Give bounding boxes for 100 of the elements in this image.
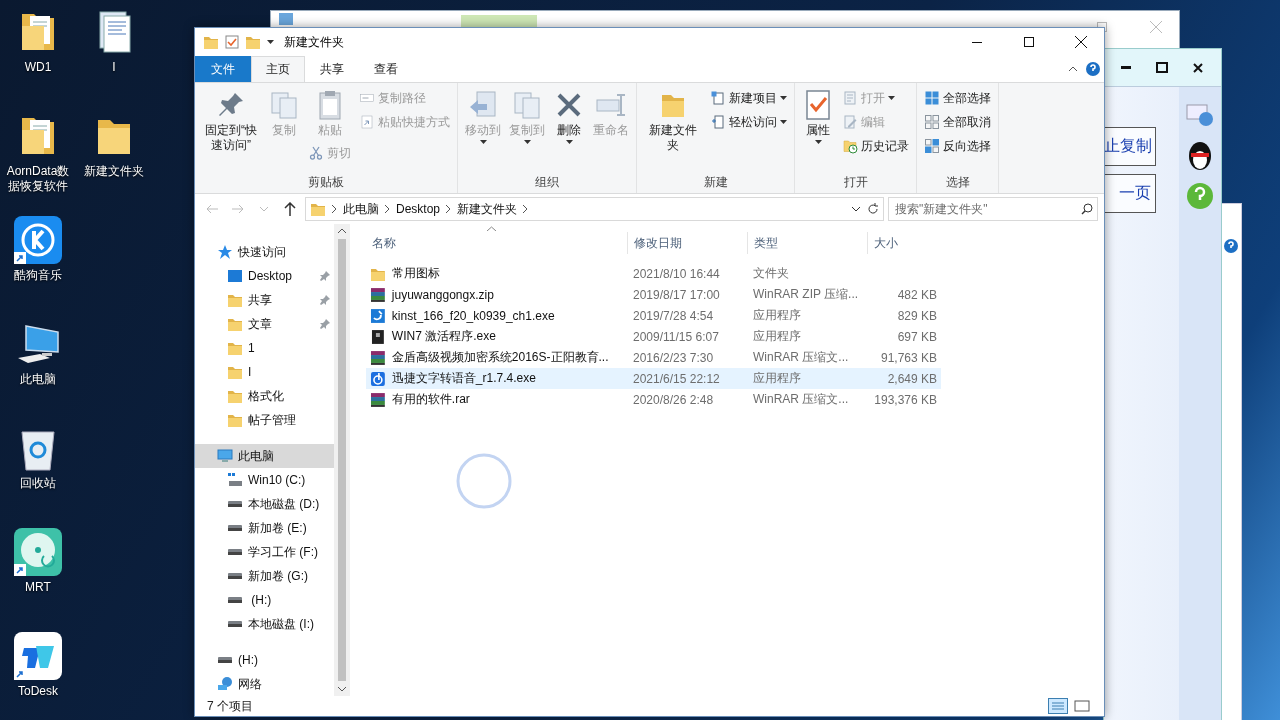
drive-icon [228, 573, 242, 579]
nav-item[interactable]: 帖子管理 [195, 408, 334, 432]
copy-icon [511, 89, 543, 121]
size-cell-text: 91,763 KB [879, 350, 938, 365]
loading-spinner-icon [455, 452, 513, 510]
date-cell-text: 2016/2/23 7:30 [632, 350, 715, 365]
disk-app-icon [14, 528, 62, 576]
column-header[interactable]: 修改日期 [627, 232, 747, 254]
column-header[interactable]: 大小 [867, 232, 941, 254]
ribbon-tab[interactable]: 文件 [195, 56, 251, 82]
column-header[interactable]: 类型 [747, 232, 867, 254]
ribbon-button[interactable]: 新建文件夹 [641, 87, 705, 155]
ribbon-button[interactable]: 全部取消 [921, 111, 994, 133]
nav-item[interactable]: (H:) [195, 588, 334, 612]
shortcut-arrow-icon [14, 252, 26, 264]
size-cell-text: 829 KB [896, 308, 938, 323]
ribbon-button[interactable]: 删除 [550, 87, 588, 146]
breadcrumb-item[interactable]: 新建文件夹 [457, 200, 518, 218]
minimize-icon [1121, 66, 1131, 69]
caret-icon [479, 140, 487, 144]
ribbon-button[interactable]: 轻松访问 [707, 111, 790, 133]
nav-item[interactable]: 此电脑 [195, 444, 334, 468]
drive-icon [218, 657, 232, 663]
nav-item[interactable]: 文章 [195, 312, 334, 336]
file-row[interactable]: 有用的软件.rar 2020/8/26 2:48 WinRAR 压缩文... 193,376 KB [366, 389, 941, 410]
nav-item[interactable]: Desktop [195, 264, 334, 288]
desktop-icon [227, 268, 243, 284]
size-cell-text: 2,649 KB [886, 371, 938, 386]
nav-item[interactable]: 1 [195, 336, 334, 360]
ribbon-button[interactable]: 全部选择 [921, 87, 994, 109]
file-row[interactable]: kinst_166_f20_k0939_ch1.exe 2019/7/28 4:54 应用程序 829 KB [366, 305, 941, 326]
date-cell-text: 2021/8/10 16:44 [632, 266, 721, 281]
date-cell-text: 2020/8/26 2:48 [632, 392, 715, 407]
file-row[interactable]: WIN7 激活程序.exe 2009/11/15 6:07 应用程序 697 KB [366, 326, 941, 347]
ribbon-group-label: 组织 [534, 174, 560, 191]
nav-item[interactable]: I [195, 360, 334, 384]
pin-icon [320, 295, 330, 305]
desktop-icon-label[interactable]: AornData数据恢复软件 [1, 164, 75, 194]
breadcrumb-item[interactable]: 此电脑 [343, 200, 379, 218]
desktop-icon-label[interactable]: WD1 [1, 60, 75, 75]
type-cell-text: WinRAR 压缩文... [752, 349, 850, 366]
nav-item[interactable]: Win10 (C:) [195, 468, 334, 492]
file-row[interactable]: juyuwanggongx.zip 2019/8/17 17:00 WinRAR ZIP 压缩... 482 KB [366, 284, 941, 305]
up-arrow-icon [284, 202, 296, 216]
address-bar[interactable]: 此电脑 Desktop 新建文件夹 [305, 197, 884, 221]
desktop-icon-label[interactable]: 酷狗音乐 [1, 268, 75, 283]
nav-item[interactable]: 新加卷 (E:) [195, 516, 334, 540]
ribbon-button[interactable]: 新建项目 [707, 87, 790, 109]
file-row[interactable]: 金盾高级视频加密系统2016S-正阳教育... 2016/2/23 7:30 WinRAR 压缩文... 91,763 KB [366, 347, 941, 368]
nav-item[interactable]: 共享 [195, 288, 334, 312]
details-view-icon [1048, 698, 1068, 714]
archive-icon [370, 286, 386, 303]
nav-item[interactable]: 本地磁盘 (I:) [195, 612, 334, 636]
file-name: 常用图标 [390, 265, 441, 282]
drive-icon [228, 501, 242, 507]
ribbon-button[interactable]: 历史记录 [839, 135, 912, 157]
nav-item[interactable]: 学习工作 (F:) [195, 540, 334, 564]
date-cell-text: 2009/11/15 6:07 [632, 329, 720, 344]
desktop-icon-label[interactable]: I [77, 60, 151, 75]
select-none-icon [924, 114, 940, 130]
file-row[interactable]: 常用图标 2021/8/10 16:44 文件夹 [366, 263, 941, 284]
search-box[interactable]: 搜索"新建文件夹" [888, 197, 1098, 221]
breadcrumb-item[interactable]: Desktop [396, 202, 441, 216]
column-header[interactable]: 名称 [366, 232, 627, 254]
ribbon-group-label: 选择 [944, 174, 971, 191]
help-icon [1224, 239, 1238, 253]
app-button[interactable]: 止复制 [1104, 127, 1156, 166]
scissors-icon [308, 145, 324, 161]
file-row[interactable]: 迅捷文字转语音_r1.7.4.exe 2021/6/15 22:12 应用程序 2,649 KB [366, 368, 941, 389]
back-arrow-icon [205, 204, 219, 214]
nav-item[interactable]: 新加卷 (G:) [195, 564, 334, 588]
search-field[interactable]: 搜索"新建文件夹" [893, 201, 1081, 217]
nav-item[interactable]: (H:) [195, 648, 334, 672]
ribbon-button[interactable]: 反向选择 [921, 135, 994, 157]
desktop-icon-label[interactable]: 回收站 [1, 476, 75, 491]
nav-item[interactable]: 网络 [195, 672, 334, 696]
nav-item[interactable]: 本地磁盘 (D:) [195, 492, 334, 516]
minimize-icon [972, 41, 982, 43]
ribbon-button[interactable]: 属性 [799, 87, 837, 146]
refresh-icon [867, 203, 879, 215]
sort-caret-icon [487, 226, 496, 231]
ribbon-button[interactable]: 固定到“快速访问” [199, 87, 263, 155]
desktop-icon-label[interactable]: ToDesk [1, 684, 75, 699]
desktop-icon-label[interactable]: MRT [1, 580, 75, 595]
caret-icon [523, 140, 531, 144]
network-icon [217, 676, 233, 692]
caret-icon [888, 96, 895, 100]
ribbon-tab[interactable]: 主页 [251, 56, 305, 82]
app-button[interactable]: 一页 [1104, 174, 1156, 213]
nav-item[interactable]: 快速访问 [195, 240, 334, 264]
desktop-icon-label[interactable]: 新建文件夹 [77, 164, 151, 179]
nav-item[interactable]: 格式化 [195, 384, 334, 408]
caret-icon [267, 40, 274, 44]
ribbon-tool-tab[interactable] [461, 15, 537, 27]
select-all-icon [924, 90, 940, 106]
collapse-ribbon-icon [1068, 66, 1078, 72]
copy-icon [268, 89, 300, 121]
scrollbar[interactable] [334, 224, 350, 696]
search-icon [1081, 203, 1093, 215]
desktop-icon-label[interactable]: 此电脑 [1, 372, 75, 387]
